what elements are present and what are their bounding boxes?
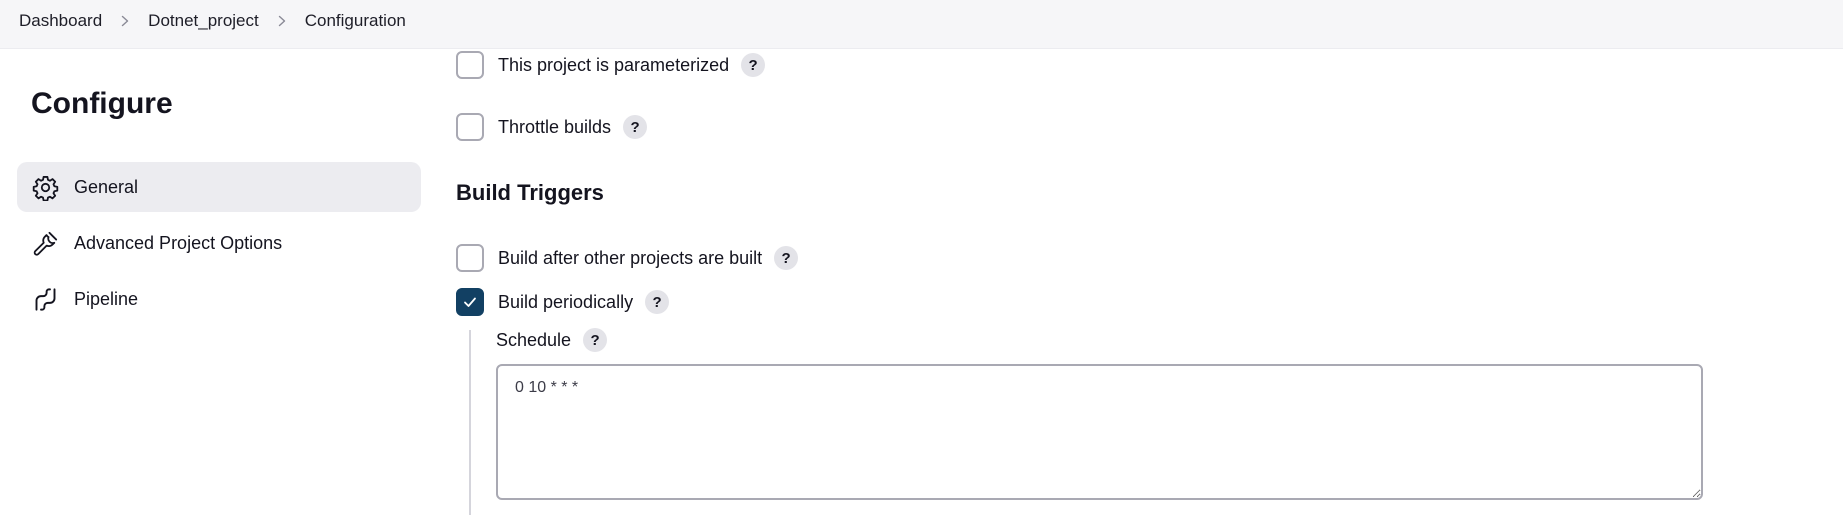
breadcrumb-dashboard[interactable]: Dashboard bbox=[19, 11, 102, 31]
sidebar-item-label: Advanced Project Options bbox=[74, 232, 283, 253]
breadcrumb-bar: Dashboard Dotnet_project Configuration bbox=[0, 0, 1843, 49]
build-periodically-checkbox[interactable] bbox=[456, 288, 484, 316]
help-button[interactable]: ? bbox=[741, 53, 766, 77]
chevron-right-icon bbox=[114, 11, 136, 31]
sidebar-item-pipeline[interactable]: Pipeline bbox=[17, 274, 421, 324]
schedule-textarea[interactable]: 0 10 * * * bbox=[496, 364, 1703, 500]
gear-icon bbox=[31, 173, 59, 201]
help-button[interactable]: ? bbox=[623, 115, 648, 139]
sidebar-item-advanced-project-options[interactable]: Advanced Project Options bbox=[17, 218, 421, 268]
configure-page: Dashboard Dotnet_project Configuration C… bbox=[0, 0, 1843, 515]
nested-section-line bbox=[469, 330, 471, 515]
parameterized-label[interactable]: This project is parameterized bbox=[498, 55, 729, 76]
sidebar-item-label: General bbox=[74, 176, 139, 197]
build-periodically-label[interactable]: Build periodically bbox=[498, 292, 633, 313]
breadcrumb: Dashboard Dotnet_project Configuration bbox=[19, 11, 406, 31]
build-after-other-option: Build after other projects are built ? bbox=[456, 244, 799, 272]
build-after-other-label[interactable]: Build after other projects are built bbox=[498, 248, 762, 269]
parameterized-checkbox[interactable] bbox=[456, 51, 484, 79]
build-after-other-checkbox[interactable] bbox=[456, 244, 484, 272]
parameterized-option: This project is parameterized ? bbox=[456, 51, 766, 79]
breadcrumb-configuration[interactable]: Configuration bbox=[305, 11, 406, 31]
sidebar-item-general[interactable]: General bbox=[17, 162, 421, 212]
chevron-right-icon bbox=[271, 11, 293, 31]
page-title: Configure bbox=[31, 87, 173, 120]
throttle-option: Throttle builds ? bbox=[456, 113, 648, 141]
wrench-icon bbox=[31, 229, 59, 257]
throttle-checkbox[interactable] bbox=[456, 113, 484, 141]
schedule-label: Schedule bbox=[496, 329, 572, 350]
help-button[interactable]: ? bbox=[583, 328, 608, 352]
sidebar-item-label: Pipeline bbox=[74, 288, 139, 309]
breadcrumb-project[interactable]: Dotnet_project bbox=[148, 11, 259, 31]
build-periodically-option: Build periodically ? bbox=[456, 288, 670, 316]
pipeline-icon bbox=[31, 285, 59, 313]
section-title-build-triggers: Build Triggers bbox=[456, 180, 604, 205]
throttle-label[interactable]: Throttle builds bbox=[498, 117, 611, 138]
help-button[interactable]: ? bbox=[774, 246, 799, 270]
checkmark-icon bbox=[464, 297, 476, 307]
schedule-field-header: Schedule ? bbox=[496, 327, 608, 353]
help-button[interactable]: ? bbox=[645, 290, 670, 314]
